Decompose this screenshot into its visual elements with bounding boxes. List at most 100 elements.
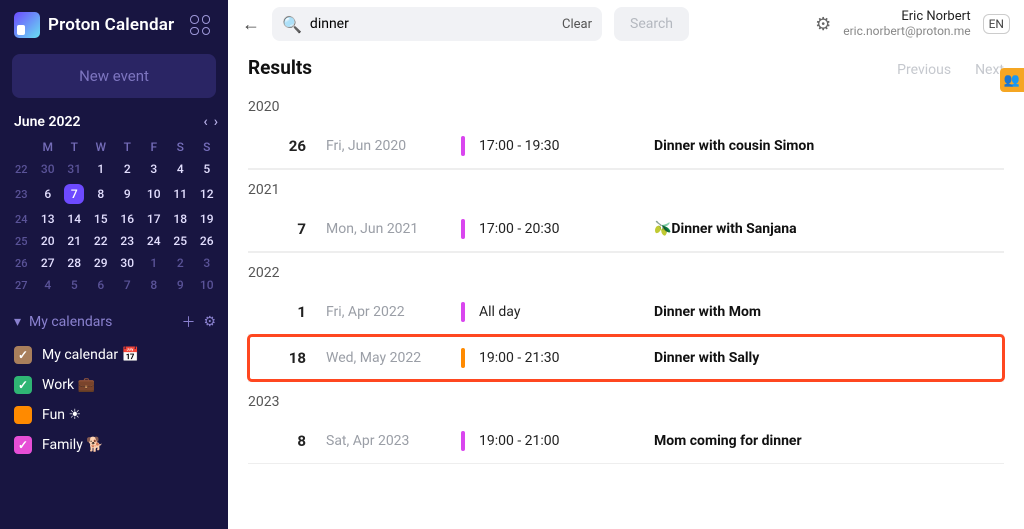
day-cell[interactable]: 29 [88, 252, 115, 274]
day-cell[interactable]: 28 [61, 252, 88, 274]
day-cell[interactable]: 27 [35, 252, 62, 274]
results-list: 202026Fri, Jun 202017:00 - 19:30Dinner w… [228, 83, 1024, 484]
day-cell[interactable]: 25 [167, 230, 194, 252]
brand-icon [14, 12, 40, 38]
event-row[interactable]: 26Fri, Jun 202017:00 - 19:30Dinner with … [248, 123, 1004, 169]
day-cell[interactable]: 19 [194, 208, 221, 230]
day-cell[interactable]: 18 [167, 208, 194, 230]
week-number: 22 [8, 158, 35, 180]
apps-icon[interactable] [190, 15, 210, 35]
search-button[interactable]: Search [614, 7, 689, 41]
calendar-settings-icon[interactable]: ⚙ [203, 314, 216, 330]
day-cell[interactable]: 1 [88, 158, 115, 180]
user-info[interactable]: Eric Norbert eric.norbert@proton.me [843, 10, 970, 39]
day-cell[interactable]: 2 [167, 252, 194, 274]
day-cell[interactable]: 4 [167, 158, 194, 180]
results-header: Results Previous Next [228, 48, 1024, 83]
day-cell[interactable]: 26 [194, 230, 221, 252]
day-cell[interactable]: 31 [61, 158, 88, 180]
day-cell[interactable]: 23 [114, 230, 141, 252]
calendar-checkbox[interactable] [14, 346, 32, 364]
settings-icon[interactable]: ⚙ [815, 14, 831, 35]
event-title: Dinner with cousin Simon [654, 138, 1004, 154]
calendar-checkbox[interactable] [14, 406, 32, 424]
day-cell[interactable]: 15 [88, 208, 115, 230]
week-number: 26 [8, 252, 35, 274]
event-date: Fri, Jun 2020 [306, 138, 461, 154]
clear-button[interactable]: Clear [562, 17, 592, 32]
event-row[interactable]: 18Wed, May 202219:00 - 21:30Dinner with … [248, 335, 1004, 381]
day-cell[interactable]: 5 [61, 274, 88, 296]
dow-cell: W [88, 136, 115, 158]
search-field[interactable]: 🔍 Clear [272, 7, 602, 41]
next-month-icon[interactable]: › [214, 114, 218, 130]
day-cell[interactable]: 30 [114, 252, 141, 274]
calendar-label: Work 💼 [42, 377, 95, 393]
calendar-checkbox[interactable] [14, 376, 32, 394]
day-cell[interactable]: 10 [141, 180, 168, 208]
mini-calendar[interactable]: MTWTFSS 22303112345236789101112241314151… [0, 136, 228, 304]
event-time: All day [479, 304, 654, 320]
day-cell[interactable]: 30 [35, 158, 62, 180]
event-row[interactable]: 8Sat, Apr 202319:00 - 21:00Mom coming fo… [248, 418, 1004, 464]
day-cell[interactable]: 8 [88, 180, 115, 208]
calendar-label: My calendar 📅 [42, 347, 139, 363]
year-header: 2023 [248, 381, 1004, 418]
day-cell[interactable]: 16 [114, 208, 141, 230]
day-cell[interactable]: 11 [167, 180, 194, 208]
prev-month-icon[interactable]: ‹ [203, 114, 207, 130]
day-cell[interactable]: 3 [194, 252, 221, 274]
day-cell[interactable]: 21 [61, 230, 88, 252]
day-cell[interactable]: 5 [194, 158, 221, 180]
day-cell[interactable]: 6 [35, 180, 62, 208]
dow-cell: M [35, 136, 62, 158]
calendar-item[interactable]: My calendar 📅 [14, 340, 228, 370]
calendar-color-bar [461, 136, 465, 156]
day-cell[interactable]: 17 [141, 208, 168, 230]
main: ← 🔍 Clear Search ⚙ Eric Norbert eric.nor… [228, 0, 1024, 529]
event-time: 17:00 - 19:30 [479, 138, 654, 154]
day-cell[interactable]: 22 [88, 230, 115, 252]
calendar-color-bar [461, 219, 465, 239]
prev-button[interactable]: Previous [897, 62, 951, 78]
event-date: Fri, Apr 2022 [306, 304, 461, 320]
day-cell[interactable]: 4 [35, 274, 62, 296]
chevron-down-icon[interactable]: ▾ [14, 314, 21, 330]
event-date: Sat, Apr 2023 [306, 433, 461, 449]
dow-cell: S [194, 136, 221, 158]
day-cell[interactable]: 13 [35, 208, 62, 230]
day-cell[interactable]: 20 [35, 230, 62, 252]
day-cell[interactable]: 12 [194, 180, 221, 208]
day-cell[interactable]: 9 [167, 274, 194, 296]
year-header: 2021 [248, 169, 1004, 206]
calendar-label: Fun ☀ [42, 407, 81, 423]
back-icon[interactable]: ← [242, 14, 260, 35]
event-row[interactable]: 1Fri, Apr 2022All dayDinner with Mom [248, 289, 1004, 335]
day-cell[interactable]: 7 [114, 274, 141, 296]
calendar-item[interactable]: Family 🐕 [14, 430, 228, 460]
add-calendar-icon[interactable]: ＋ [181, 312, 195, 332]
new-event-button[interactable]: New event [12, 54, 216, 98]
day-cell[interactable]: 8 [141, 274, 168, 296]
week-number: 23 [8, 180, 35, 208]
calendar-item[interactable]: Work 💼 [14, 370, 228, 400]
day-cell[interactable]: 6 [88, 274, 115, 296]
day-cell[interactable]: 24 [141, 230, 168, 252]
day-cell[interactable]: 9 [114, 180, 141, 208]
day-cell[interactable]: 1 [141, 252, 168, 274]
day-cell[interactable]: 10 [194, 274, 221, 296]
day-cell[interactable]: 2 [114, 158, 141, 180]
user-initials[interactable]: EN [983, 14, 1010, 34]
event-day: 7 [264, 220, 306, 238]
search-input[interactable] [310, 16, 554, 32]
calendar-item[interactable]: Fun ☀ [14, 400, 228, 430]
week-number: 24 [8, 208, 35, 230]
calendar-checkbox[interactable] [14, 436, 32, 454]
year-header: 2022 [248, 252, 1004, 289]
my-calendars-header[interactable]: ▾ My calendars ＋ ⚙ [0, 304, 228, 338]
event-row[interactable]: 7Mon, Jun 202117:00 - 20:30🫒Dinner with … [248, 206, 1004, 252]
day-cell[interactable]: 3 [141, 158, 168, 180]
brand[interactable]: Proton Calendar [0, 8, 228, 50]
day-cell[interactable]: 7 [61, 180, 88, 208]
day-cell[interactable]: 14 [61, 208, 88, 230]
